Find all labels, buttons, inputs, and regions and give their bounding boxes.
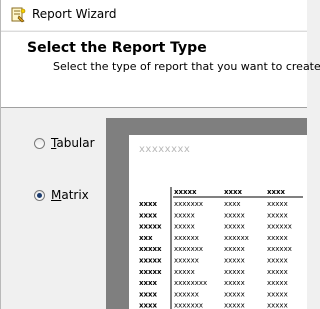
matrix-cell: xxxxx <box>174 268 195 276</box>
matrix-row-header: xxxx <box>139 302 158 309</box>
matrix-cell: xxxxxxx <box>174 245 203 253</box>
matrix-cell: xxxxxxx <box>174 200 203 208</box>
matrix-cell: xxxxx <box>224 302 245 309</box>
matrix-cell: xxxxx <box>267 302 288 309</box>
matrix-cell: xxxxx <box>224 279 245 287</box>
tabular-option[interactable]: Tabular <box>34 136 95 150</box>
matrix-option[interactable]: Matrix <box>34 188 89 202</box>
tabular-label: Tabular <box>51 136 95 150</box>
matrix-cell: xxxxx <box>174 223 195 231</box>
matrix-row-header: xxx <box>139 234 153 242</box>
report-wizard-window: Report Wizard Select the Report Type Sel… <box>0 0 320 309</box>
matrix-cell: xxxxx <box>224 211 245 219</box>
matrix-cell: xxxxxxx <box>174 302 203 309</box>
report-preview-paper: xxxxxxxx xxxxx xxxx xxxx xxxx xxxxxxx xxxx xxx… <box>129 135 307 309</box>
page-subtitle: Select the type of report that you want … <box>53 60 320 73</box>
matrix-row-header: xxxxx <box>139 257 162 265</box>
matrix-cell: xxxxx <box>224 245 245 253</box>
matrix-row-header: xxxx <box>139 200 158 208</box>
page-title: Select the Report Type <box>27 40 207 56</box>
matrix-label: Matrix <box>51 188 89 202</box>
matrix-cell: xxxxx <box>267 268 288 276</box>
matrix-cell: xxxxx <box>174 211 195 219</box>
matrix-cell: xxxx <box>224 200 241 208</box>
matrix-cell: xxxxx <box>267 257 288 265</box>
matrix-row-header: xxxxx <box>139 245 162 253</box>
matrix-cell: xxxxx <box>267 279 288 287</box>
matrix-cell: xxxxxx <box>267 245 292 253</box>
matrix-cell: xxxxx <box>224 257 245 265</box>
matrix-row-header: xxxx <box>139 211 158 219</box>
matrix-row-header: xxxx <box>139 290 158 298</box>
wizard-header: Select the Report Type Select the type o… <box>1 31 320 108</box>
matrix-cell: xxxxxxxx <box>174 279 207 287</box>
matrix-cell: xxxxxx <box>174 290 199 298</box>
matrix-cell: xxxxxx <box>174 257 199 265</box>
matrix-preview: xxxxx xxxx xxxxxxxx xxxxxxx xxxx xxxxxxxxx xxx… <box>139 187 303 309</box>
matrix-column-header: xxxx <box>224 188 243 196</box>
window-title: Report Wizard <box>32 7 117 21</box>
matrix-cell: xxxxx <box>224 290 245 298</box>
matrix-row-header: xxxxx <box>139 223 162 231</box>
matrix-cell: xxxxxx <box>224 234 249 242</box>
matrix-radio[interactable] <box>34 189 45 201</box>
matrix-cell: xxxxx <box>224 223 245 231</box>
report-wizard-icon <box>10 7 26 23</box>
matrix-cell: xxxxx <box>224 268 245 276</box>
matrix-cell: xxxxxx <box>174 234 199 242</box>
matrix-column-header: xxxxx <box>174 188 197 196</box>
matrix-cell: xxxxx <box>267 290 288 298</box>
matrix-row-header: xxxx <box>139 279 158 287</box>
matrix-column-header: xxxx <box>267 188 286 196</box>
title-bar: Report Wizard <box>1 0 307 30</box>
matrix-row-header: xxxxx <box>139 268 162 276</box>
matrix-cell: xxxxxx <box>267 223 292 231</box>
matrix-cell: xxxxx <box>267 211 288 219</box>
report-preview-frame: xxxxxxxx xxxxx xxxx xxxx xxxx xxxxxxx xxxx xxx… <box>106 118 307 309</box>
matrix-cell: xxxxx <box>267 234 288 242</box>
tabular-radio[interactable] <box>34 137 45 149</box>
matrix-cell: xxxxx <box>267 200 288 208</box>
